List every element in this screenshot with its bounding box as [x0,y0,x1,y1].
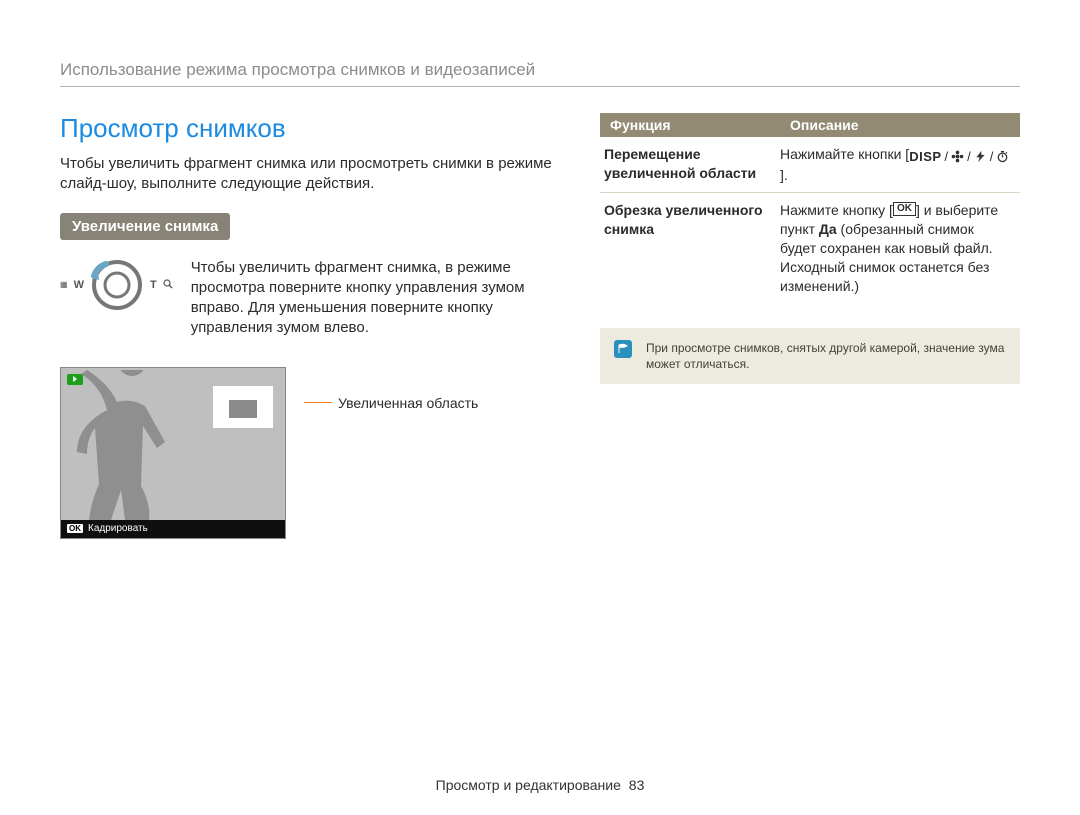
divider [60,86,1020,87]
magnify-icon [163,279,173,291]
zoom-region-highlight [229,400,257,418]
row1-bold: Да [819,221,837,237]
flower-icon [951,150,964,163]
screenshot-bottom-label: Кадрировать [88,523,148,534]
table-header-description: Описание [780,113,1020,137]
table-row: Перемещение увеличенной области Нажимайт… [600,137,1020,193]
row0-label: Перемещение увеличенной области [600,137,780,193]
section-title: Просмотр снимков [60,113,560,144]
intro-text: Чтобы увеличить фрагмент снимка или прос… [60,154,560,195]
row1-desc: Нажмите кнопку [OK] и выберите пункт Да … [780,193,1020,304]
zoom-w-label: W [74,279,84,291]
zoom-dial: ▦ W T [60,258,173,312]
breadcrumb: Использование режима просмотра снимков и… [60,60,1020,80]
page-number: 83 [629,777,645,793]
ok-icon: OK [67,524,83,533]
row1-label: Обрезка увеличенного снимка [600,193,780,304]
ok-inline-icon: OK [893,202,916,216]
subheading-zoom: Увеличение снимка [60,213,230,240]
dial-icon [90,258,144,312]
row0-desc: Нажимайте кнопки [ DISP/// ]. [780,137,1020,193]
table-header-function: Функция [600,113,780,137]
timer-icon [996,150,1009,163]
flash-icon [974,150,987,163]
page-footer: Просмотр и редактирование 83 [0,777,1080,793]
callout-label: Увеличенная область [338,395,478,411]
camera-screenshot: OK Кадрировать [60,367,286,539]
row0-suffix: ]. [780,167,788,183]
zoom-t-label: T [150,279,157,291]
note-box: При просмотре снимков, снятых другой кам… [600,328,1020,384]
function-table: Функция Описание Перемещение увеличенной… [600,113,1020,304]
child-silhouette-icon [77,370,197,520]
row0-prefix: Нажимайте кнопки [ [780,146,909,162]
note-text: При просмотре снимков, снятых другой кам… [646,340,1006,372]
table-row: Обрезка увеличенного снимка Нажмите кноп… [600,193,1020,304]
zoom-region-overlay [213,386,273,428]
footer-text: Просмотр и редактирование [436,777,621,793]
zoom-instruction-text: Чтобы увеличить фрагмент снимка, в режим… [191,258,541,339]
row1-prefix: Нажмите кнопку [ [780,202,893,218]
callout-line [304,402,332,403]
disp-icon: DISP [909,148,941,166]
note-icon [614,340,632,358]
grid-icon: ▦ [60,280,68,289]
